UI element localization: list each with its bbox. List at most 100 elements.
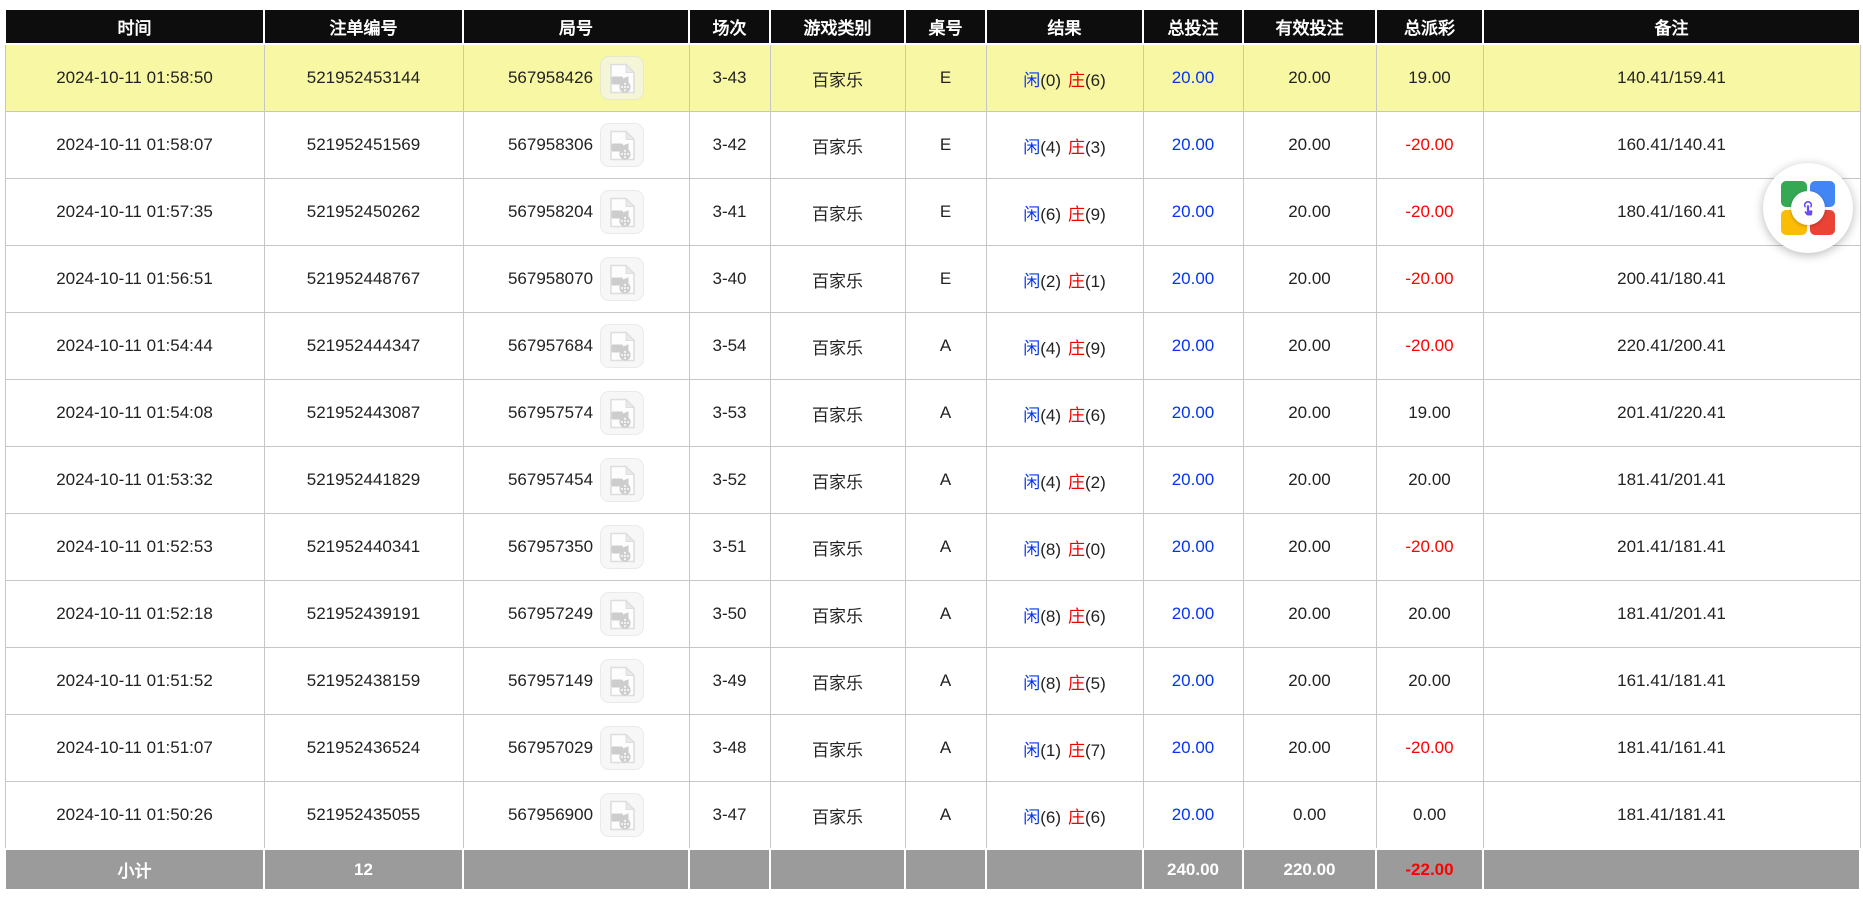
result-cell: 闲(4)庄(6) (986, 380, 1143, 447)
table-row[interactable]: 2024-10-11 01:51:07 521952436524 5679570… (5, 715, 1860, 782)
result-cell: 闲(1)庄(7) (986, 715, 1143, 782)
video-replay-button[interactable] (600, 592, 644, 636)
remark-cell: 200.41/180.41 (1483, 246, 1860, 313)
video-replay-button[interactable] (600, 324, 644, 368)
banker-score: (6) (1085, 808, 1106, 827)
time-cell: 2024-10-11 01:51:52 (5, 648, 264, 715)
remark-cell: 181.41/201.41 (1483, 581, 1860, 648)
subtotal-label: 小计 (5, 849, 264, 890)
valid-bet-cell: 20.00 (1243, 246, 1376, 313)
round-id-cell: 567957454 (463, 447, 689, 514)
table-row[interactable]: 2024-10-11 01:51:52 521952438159 5679571… (5, 648, 1860, 715)
subtotal-payout: -22.00 (1376, 849, 1483, 890)
round-number: 567958204 (508, 202, 593, 222)
video-replay-button[interactable] (600, 726, 644, 770)
video-file-icon (609, 130, 636, 161)
video-replay-button[interactable] (600, 257, 644, 301)
banker-label: 庄 (1068, 674, 1085, 693)
video-file-icon (609, 599, 636, 630)
player-score: (4) (1040, 473, 1061, 492)
time-cell: 2024-10-11 01:54:44 (5, 313, 264, 380)
payout-cell: -20.00 (1376, 514, 1483, 581)
player-score: (8) (1040, 540, 1061, 559)
subtotal-count: 12 (264, 849, 463, 890)
video-replay-button[interactable] (600, 123, 644, 167)
player-score: (4) (1040, 339, 1061, 358)
table-row[interactable]: 2024-10-11 01:50:26 521952435055 5679569… (5, 782, 1860, 850)
time-cell: 2024-10-11 01:58:50 (5, 44, 264, 112)
valid-bet-cell: 0.00 (1243, 782, 1376, 850)
session-cell: 3-47 (689, 782, 770, 850)
player-label: 闲 (1023, 607, 1040, 626)
total-bet-cell: 20.00 (1143, 246, 1243, 313)
banker-score: (0) (1085, 540, 1106, 559)
banker-score: (7) (1085, 741, 1106, 760)
table-body: 2024-10-11 01:58:50 521952453144 5679584… (5, 44, 1860, 849)
extension-floating-button[interactable] (1763, 163, 1853, 253)
video-file-icon (609, 197, 636, 228)
payout-cell: 0.00 (1376, 782, 1483, 850)
banker-score: (2) (1085, 473, 1106, 492)
video-replay-button[interactable] (600, 190, 644, 234)
video-replay-button[interactable] (600, 56, 644, 100)
banker-label: 庄 (1068, 607, 1085, 626)
banker-label: 庄 (1068, 540, 1085, 559)
round-number: 567958306 (508, 135, 593, 155)
table-no-cell: A (905, 715, 986, 782)
total-bet-cell: 20.00 (1143, 581, 1243, 648)
table-no-cell: E (905, 44, 986, 112)
player-label: 闲 (1023, 272, 1040, 291)
banker-score: (1) (1085, 272, 1106, 291)
session-cell: 3-40 (689, 246, 770, 313)
round-number: 567957249 (508, 604, 593, 624)
video-replay-button[interactable] (600, 391, 644, 435)
session-cell: 3-52 (689, 447, 770, 514)
total-bet-cell: 20.00 (1143, 514, 1243, 581)
bet-id-cell: 521952444347 (264, 313, 463, 380)
banker-label: 庄 (1068, 339, 1085, 358)
table-row[interactable]: 2024-10-11 01:56:51 521952448767 5679580… (5, 246, 1860, 313)
banker-label: 庄 (1068, 808, 1085, 827)
table-row[interactable]: 2024-10-11 01:54:08 521952443087 5679575… (5, 380, 1860, 447)
round-id-cell: 567957149 (463, 648, 689, 715)
result-cell: 闲(6)庄(9) (986, 179, 1143, 246)
time-cell: 2024-10-11 01:52:53 (5, 514, 264, 581)
video-replay-button[interactable] (600, 659, 644, 703)
header-row: 时间 注单编号 局号 场次 游戏类别 桌号 结果 总投注 有效投注 总派彩 备注 (5, 9, 1860, 44)
valid-bet-cell: 20.00 (1243, 179, 1376, 246)
table-row[interactable]: 2024-10-11 01:57:35 521952450262 5679582… (5, 179, 1860, 246)
banker-label: 庄 (1068, 205, 1085, 224)
column-header-time: 时间 (5, 9, 264, 44)
session-cell: 3-43 (689, 44, 770, 112)
round-id-cell: 567958426 (463, 44, 689, 112)
table-row[interactable]: 2024-10-11 01:58:07 521952451569 5679583… (5, 112, 1860, 179)
valid-bet-cell: 20.00 (1243, 112, 1376, 179)
video-replay-button[interactable] (600, 793, 644, 837)
video-replay-button[interactable] (600, 458, 644, 502)
bet-id-cell: 521952450262 (264, 179, 463, 246)
subtotal-empty-game (770, 849, 905, 890)
valid-bet-cell: 20.00 (1243, 715, 1376, 782)
video-replay-button[interactable] (600, 525, 644, 569)
session-cell: 3-53 (689, 380, 770, 447)
table-row[interactable]: 2024-10-11 01:58:50 521952453144 5679584… (5, 44, 1860, 112)
session-cell: 3-42 (689, 112, 770, 179)
table-row[interactable]: 2024-10-11 01:54:44 521952444347 5679576… (5, 313, 1860, 380)
bet-records-table-container: 时间 注单编号 局号 场次 游戏类别 桌号 结果 总投注 有效投注 总派彩 备注… (4, 8, 1861, 891)
time-cell: 2024-10-11 01:54:08 (5, 380, 264, 447)
table-row[interactable]: 2024-10-11 01:52:53 521952440341 5679573… (5, 514, 1860, 581)
game-cell: 百家乐 (770, 514, 905, 581)
table-no-cell: A (905, 648, 986, 715)
player-label: 闲 (1023, 540, 1040, 559)
round-id-cell: 567957029 (463, 715, 689, 782)
banker-label: 庄 (1068, 741, 1085, 760)
table-row[interactable]: 2024-10-11 01:52:18 521952439191 5679572… (5, 581, 1860, 648)
game-cell: 百家乐 (770, 246, 905, 313)
bet-records-table: 时间 注单编号 局号 场次 游戏类别 桌号 结果 总投注 有效投注 总派彩 备注… (4, 8, 1861, 891)
player-score: (2) (1040, 272, 1061, 291)
player-score: (6) (1040, 808, 1061, 827)
table-row[interactable]: 2024-10-11 01:53:32 521952441829 5679574… (5, 447, 1860, 514)
total-bet-cell: 20.00 (1143, 715, 1243, 782)
result-cell: 闲(4)庄(3) (986, 112, 1143, 179)
tap-badge-icon (1791, 191, 1825, 225)
